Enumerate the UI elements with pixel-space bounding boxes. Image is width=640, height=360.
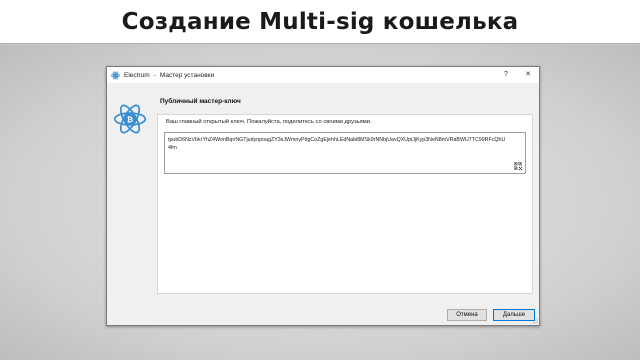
svg-text:₿: ₿ — [127, 115, 133, 124]
master-public-key-text[interactable]: tpubD6NzVbkrYhZ4WonBqnNGTjudynpoagZY3sJW… — [168, 136, 508, 152]
electrum-app-icon — [111, 71, 120, 79]
next-button[interactable]: Дальше — [493, 309, 535, 321]
slide-title: Создание Multi-sig кошелька — [121, 8, 519, 35]
page-heading: Публичный мастер-ключ — [160, 98, 241, 105]
window-subtitle: Мастер установки — [159, 71, 215, 79]
wizard-footer: Отмена Дальше — [107, 307, 539, 325]
window-title-separator: - — [153, 71, 156, 79]
key-panel: Ваш главный открытый ключ. Пожалуйста, п… — [157, 114, 533, 294]
cancel-button[interactable]: Отмена — [447, 309, 487, 321]
window-titlebar[interactable]: Electrum - Мастер установки ? ✕ — [107, 67, 539, 83]
installer-window: Electrum - Мастер установки ? ✕ ₿ Публич… — [106, 66, 540, 326]
resize-grip-icon[interactable] — [532, 318, 538, 324]
slide-title-band: Создание Multi-sig кошелька — [0, 0, 640, 44]
electrum-logo-icon: ₿ — [113, 104, 147, 134]
instruction-text: Ваш главный открытый ключ. Пожалуйста, п… — [166, 119, 372, 125]
window-app-name: Electrum — [124, 71, 150, 79]
master-public-key-field[interactable]: tpubD6NzVbkrYhZ4WonBqnNGTjudynpoagZY3sJW… — [164, 132, 526, 174]
qr-code-icon[interactable] — [514, 162, 522, 170]
wizard-content: ₿ Публичный мастер-ключ Ваш главный откр… — [107, 83, 539, 307]
help-button[interactable]: ? — [499, 69, 513, 81]
close-button[interactable]: ✕ — [521, 69, 535, 81]
